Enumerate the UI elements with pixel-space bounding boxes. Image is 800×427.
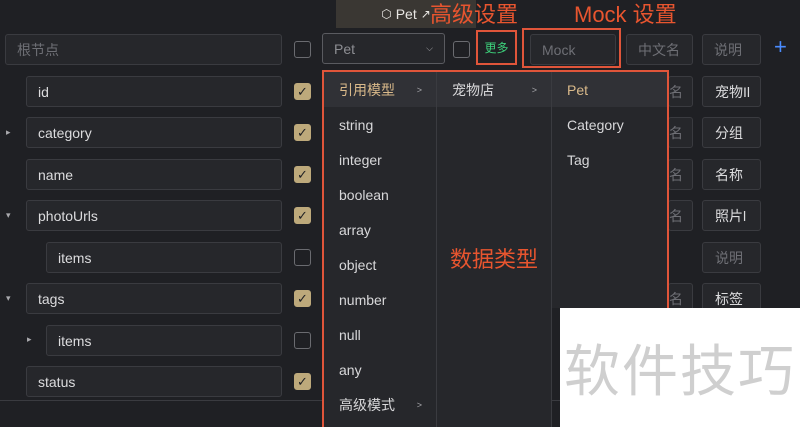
root-cn-name-input[interactable]: 中文名 — [626, 34, 693, 65]
required-checkbox[interactable] — [294, 332, 311, 349]
cn-name-input[interactable]: 名 — [668, 117, 693, 148]
required-checkbox[interactable] — [294, 249, 311, 266]
annotation-advanced-settings: 高级设置 — [430, 2, 519, 27]
required-checkbox[interactable]: ✓ — [294, 207, 311, 224]
expand-caret-icon[interactable]: ▸ — [27, 334, 32, 345]
cn-name-input[interactable]: 名 — [668, 200, 693, 231]
required-checkbox[interactable]: ✓ — [294, 166, 311, 183]
annotation-data-type: 数据类型 — [450, 247, 539, 272]
collapse-caret-icon[interactable]: ▾ — [6, 293, 11, 304]
desc-input[interactable]: 分组 — [702, 117, 761, 148]
root-type-select[interactable]: Pet ⌵ — [322, 33, 445, 64]
field-name-input[interactable]: id — [26, 76, 282, 107]
desc-input[interactable]: 宠物Il — [702, 76, 761, 107]
field-name-input[interactable]: photoUrls — [26, 200, 282, 231]
model-title: Pet — [395, 6, 417, 22]
annotation-mock-settings: Mock 设置 — [574, 2, 677, 27]
desc-input[interactable]: 名称 — [702, 159, 761, 190]
collapse-caret-icon[interactable]: ▾ — [6, 210, 11, 221]
expand-caret-icon[interactable]: ▸ — [6, 127, 11, 138]
field-name-input[interactable]: status — [26, 366, 282, 397]
root-mock-input[interactable]: Mock — [530, 34, 616, 65]
root-required-checkbox[interactable] — [294, 41, 311, 58]
required-checkbox[interactable]: ✓ — [294, 373, 311, 390]
required-checkbox[interactable]: ✓ — [294, 83, 311, 100]
desc-input[interactable]: 照片l — [702, 200, 761, 231]
chevron-down-icon: ⌵ — [426, 43, 433, 53]
field-name-input[interactable]: items — [46, 325, 282, 356]
cube-icon: ⬡ — [381, 7, 392, 21]
watermark: 软件技巧 — [560, 308, 800, 427]
field-name-input[interactable]: category — [26, 117, 282, 148]
root-desc-input[interactable]: 说明 — [702, 34, 761, 65]
cn-name-input[interactable]: 名 — [668, 76, 693, 107]
add-field-plus-icon[interactable]: + — [774, 34, 787, 60]
field-name-input[interactable]: items — [46, 242, 282, 273]
root-allow-null-checkbox[interactable] — [453, 41, 470, 58]
field-name-input[interactable]: tags — [26, 283, 282, 314]
root-node-name-input[interactable]: 根节点 — [5, 34, 282, 65]
desc-input[interactable]: 说明 — [702, 242, 761, 273]
cn-name-input[interactable]: 名 — [668, 159, 693, 190]
more-settings-button[interactable]: 更多 — [476, 30, 517, 65]
field-name-input[interactable]: name — [26, 159, 282, 190]
required-checkbox[interactable]: ✓ — [294, 124, 311, 141]
required-checkbox[interactable]: ✓ — [294, 290, 311, 307]
